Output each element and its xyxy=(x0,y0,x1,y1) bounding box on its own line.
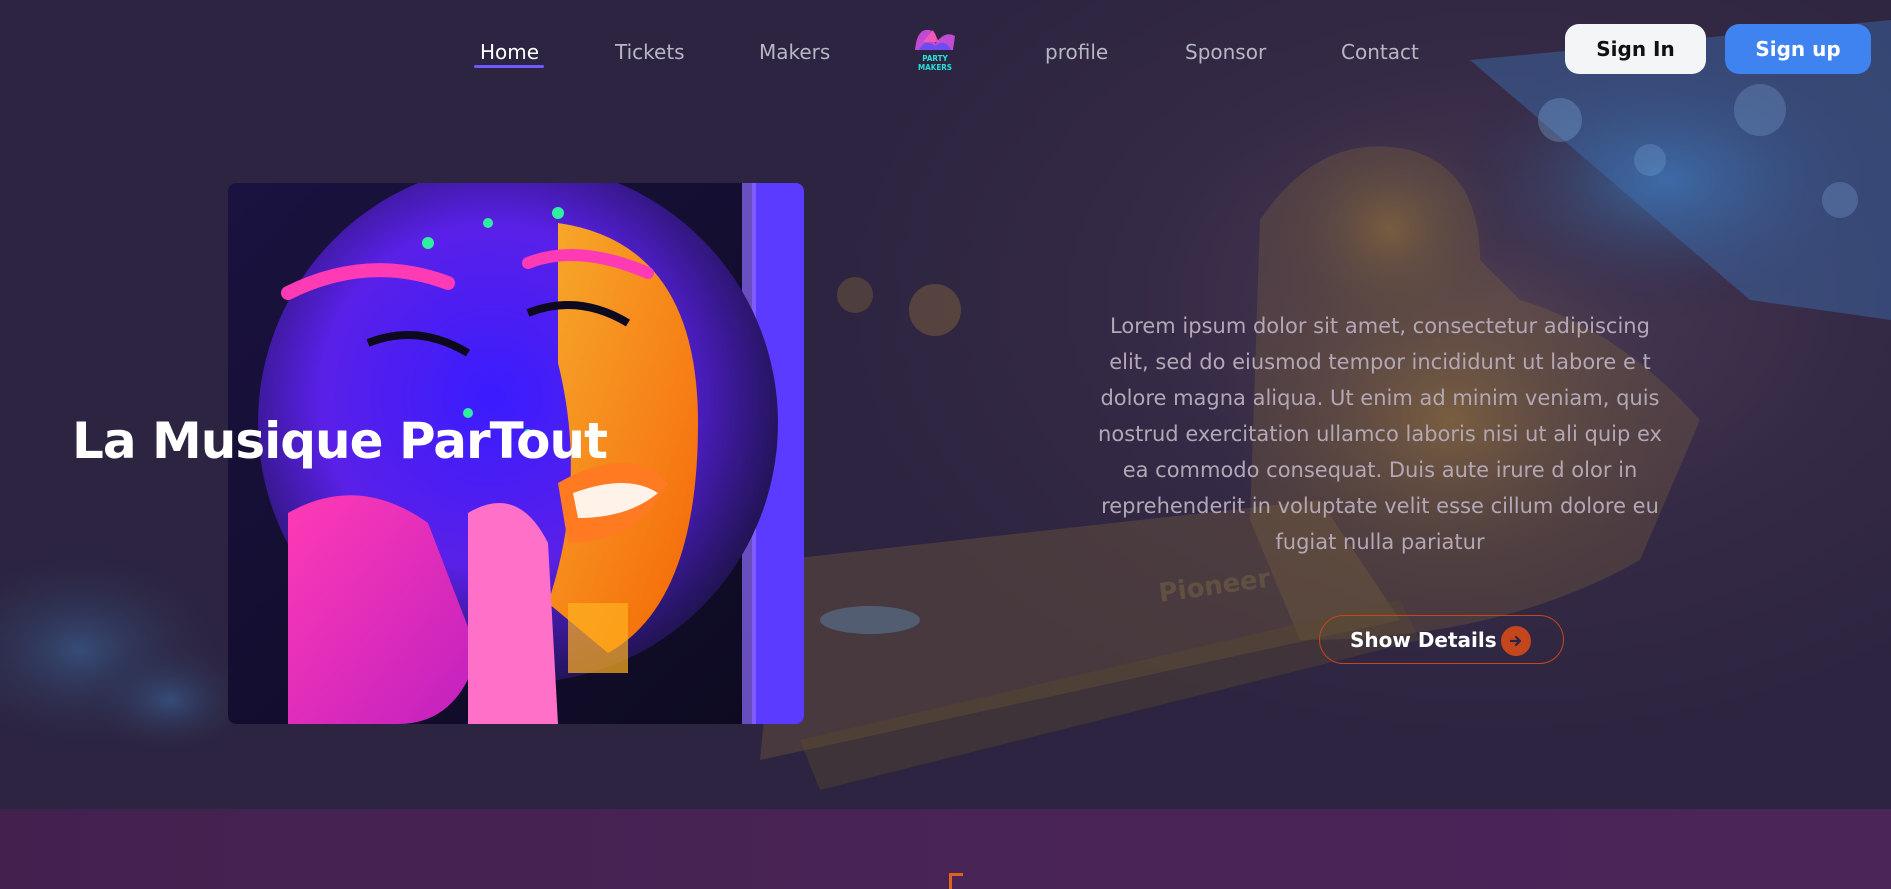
main-nav: Home Tickets Makers PARTY MAKERS profile… xyxy=(0,0,1891,100)
nav-link-tickets[interactable]: Tickets xyxy=(615,40,685,64)
next-section xyxy=(0,809,1891,889)
hero-section: Pioneer Home Tickets Makers PARTY MAKERS… xyxy=(0,0,1891,809)
show-details-button[interactable]: Show Details xyxy=(1319,615,1564,664)
party-makers-logo[interactable]: PARTY MAKERS xyxy=(905,24,965,72)
active-nav-indicator xyxy=(474,65,544,68)
hero-title: La Musique ParTout xyxy=(72,412,608,470)
nav-link-profile[interactable]: profile xyxy=(1045,40,1108,64)
sign-in-button[interactable]: Sign In xyxy=(1565,24,1706,74)
nav-link-makers[interactable]: Makers xyxy=(759,40,830,64)
nav-link-sponsor[interactable]: Sponsor xyxy=(1185,40,1266,64)
arrow-right-circle-icon xyxy=(1501,626,1531,656)
hero-description: Lorem ipsum dolor sit amet, consectetur … xyxy=(1098,314,1662,554)
nav-link-home[interactable]: Home xyxy=(480,40,539,64)
logo-icon xyxy=(915,29,955,50)
logo-text: PARTY MAKERS xyxy=(918,54,952,72)
nav-link-contact[interactable]: Contact xyxy=(1341,40,1419,64)
sign-up-button[interactable]: Sign up xyxy=(1725,24,1871,74)
section-bracket-decoration xyxy=(949,873,963,889)
show-details-label: Show Details xyxy=(1350,627,1497,652)
